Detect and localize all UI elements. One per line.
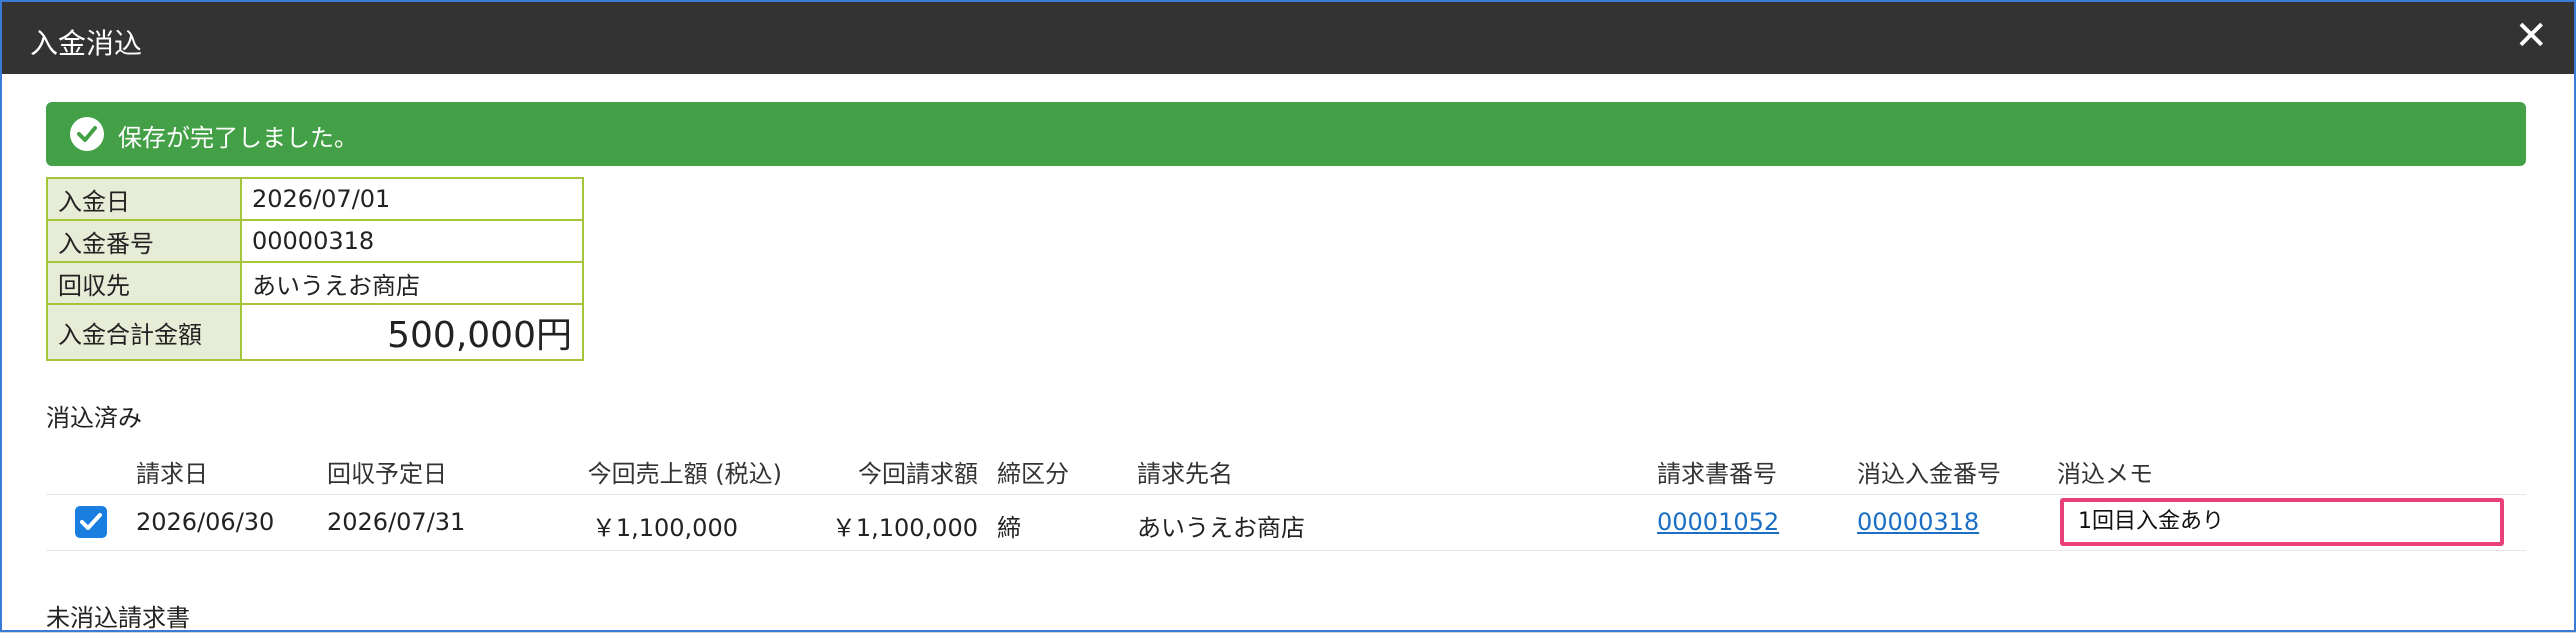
table-row-divider <box>46 550 2526 551</box>
col-header-billing-date: 請求日 <box>136 460 208 488</box>
payment-number-link[interactable]: 00000318 <box>1857 508 1979 536</box>
close-icon[interactable]: ✕ <box>2514 16 2548 56</box>
col-header-invoice-amount: 今回請求額 <box>858 460 978 488</box>
col-header-invoice-no: 請求書番号 <box>1657 460 1777 488</box>
invoice-number-link[interactable]: 00001052 <box>1657 508 1779 536</box>
payment-total-value: 500,000円 <box>240 303 584 361</box>
cell-invoice-amount: ￥1,100,000 <box>831 514 978 542</box>
col-header-sales-amount: 今回売上額 (税込) <box>587 460 782 488</box>
collection-from-label: 回収先 <box>46 261 242 305</box>
cell-sales-amount: ￥1,100,000 <box>591 514 738 542</box>
reconciled-section-title: 消込済み <box>46 404 142 432</box>
collection-from-row: 回収先 あいうえお商店 <box>46 261 584 305</box>
col-header-due-date: 回収予定日 <box>327 460 447 488</box>
cell-due-date: 2026/07/31 <box>327 508 466 536</box>
collection-from-value: あいうえお商店 <box>240 261 584 305</box>
row-select-checkbox[interactable] <box>75 506 107 538</box>
cell-billing-date: 2026/06/30 <box>136 508 275 536</box>
payment-date-label: 入金日 <box>46 177 242 221</box>
alert-message: 保存が完了しました。 <box>118 124 358 152</box>
payment-total-label: 入金合計金額 <box>46 303 242 361</box>
check-circle-icon <box>70 117 104 151</box>
col-header-memo: 消込メモ <box>2057 460 2153 488</box>
payment-info-table: 入金日 2026/07/01 入金番号 00000318 回収先 あいうえお商店… <box>46 177 584 361</box>
payment-date-value: 2026/07/01 <box>240 177 584 221</box>
col-header-payment-no: 消込入金番号 <box>1857 460 2001 488</box>
dialog-titlebar: 入金消込 ✕ <box>2 2 2574 74</box>
table-header-divider <box>46 494 2526 495</box>
cell-billing-to: あいうえお商店 <box>1137 514 1305 542</box>
payment-number-row: 入金番号 00000318 <box>46 219 584 263</box>
payment-reconcile-dialog: 入金消込 ✕ 保存が完了しました。 入金日 2026/07/01 入金番号 00… <box>0 0 2576 632</box>
cell-closing: 締 <box>997 514 1021 542</box>
unreconciled-section-title: 未消込請求書 <box>46 604 190 632</box>
col-header-billing-to: 請求先名 <box>1137 460 1233 488</box>
payment-total-row: 入金合計金額 500,000円 <box>46 303 584 361</box>
payment-number-value: 00000318 <box>240 219 584 263</box>
payment-date-row: 入金日 2026/07/01 <box>46 177 584 221</box>
col-header-closing: 締区分 <box>997 460 1069 488</box>
payment-number-label: 入金番号 <box>46 219 242 263</box>
memo-input[interactable]: 1回目入金あり <box>2060 498 2504 546</box>
success-alert: 保存が完了しました。 <box>46 102 2526 166</box>
dialog-title: 入金消込 <box>30 27 143 60</box>
